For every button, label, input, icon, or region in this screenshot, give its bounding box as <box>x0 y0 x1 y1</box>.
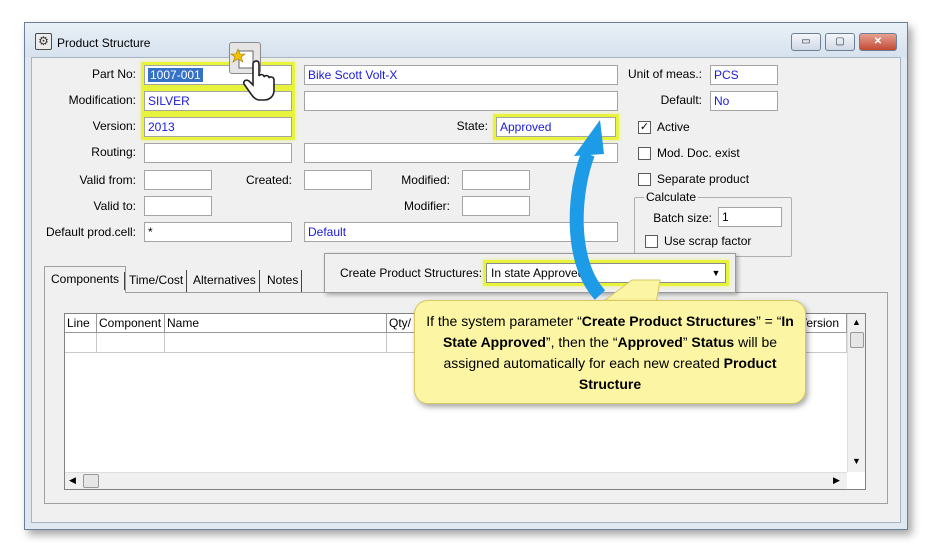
default-prod-cell-label: Default prod.cell: <box>45 225 136 239</box>
modified-label: Modified: <box>401 173 450 187</box>
note-bold-text: Status <box>691 334 735 350</box>
modification-label: Modification: <box>68 93 136 107</box>
horizontal-scrollbar[interactable]: ◀ ▶ <box>65 472 847 489</box>
note-bold-text: Approved <box>617 334 683 350</box>
calculate-group <box>634 197 792 257</box>
horizontal-scroll-thumb[interactable] <box>83 474 99 488</box>
title-bar[interactable]: ⚙ Product Structure ▭ ▢ ✕ <box>25 23 907 57</box>
vertical-scroll-thumb[interactable] <box>850 332 864 348</box>
tab-notes[interactable]: Notes <box>264 270 303 292</box>
part-no-label: Part No: <box>91 67 136 81</box>
tab-components[interactable]: Components <box>48 269 122 291</box>
modifier-label: Modifier: <box>403 199 450 213</box>
note-text: ” = “ <box>756 313 782 329</box>
unit-of-meas-label: Unit of meas.: <box>627 67 702 81</box>
vertical-scrollbar[interactable]: ▲ ▼ <box>847 314 865 472</box>
tab-time-cost[interactable]: Time/Cost <box>126 270 188 292</box>
arrow-shaft <box>569 151 606 300</box>
part-description-field[interactable]: Bike Scott Volt-X <box>304 65 618 85</box>
chevron-down-icon[interactable]: ▼ <box>707 264 725 282</box>
minimize-button[interactable]: ▭ <box>791 33 821 51</box>
note-text: If the system parameter “ <box>426 313 582 329</box>
scroll-up-icon[interactable]: ▲ <box>852 317 861 327</box>
grid-cell[interactable] <box>65 333 97 353</box>
tab-alternatives[interactable]: Alternatives <box>190 270 260 292</box>
modified-field[interactable] <box>462 170 530 190</box>
default-prod-cell-field[interactable]: * <box>144 222 292 242</box>
col-line[interactable]: Line <box>65 314 97 333</box>
created-field[interactable] <box>304 170 372 190</box>
col-component[interactable]: Component <box>97 314 165 333</box>
batch-size-field[interactable]: 1 <box>718 207 782 227</box>
calculate-group-title: Calculate <box>644 190 699 204</box>
default-field[interactable]: No <box>710 91 778 111</box>
close-button[interactable]: ✕ <box>859 33 897 51</box>
scroll-down-icon[interactable]: ▼ <box>852 456 861 466</box>
active-label: Active <box>657 120 690 134</box>
default-label: Default: <box>660 93 702 107</box>
use-scrap-factor-label: Use scrap factor <box>664 234 752 248</box>
valid-to-label: Valid to: <box>93 199 136 213</box>
separate-product-label: Separate product <box>657 172 750 186</box>
note-text: ”, then the “ <box>545 334 618 350</box>
version-label: Version: <box>92 119 136 133</box>
hand-shape <box>243 60 275 101</box>
create-product-structures-label: Create Product Structures: <box>340 266 483 280</box>
valid-to-field[interactable] <box>144 196 212 216</box>
info-note: If the system parameter “Create Product … <box>414 300 806 404</box>
unit-of-meas-field[interactable]: PCS <box>710 65 778 85</box>
tab-separator <box>124 272 125 290</box>
scroll-right-icon[interactable]: ▶ <box>833 475 840 486</box>
window-title: Product Structure <box>57 36 151 50</box>
state-label: State: <box>456 119 488 133</box>
mod-doc-exist-label: Mod. Doc. exist <box>657 146 740 160</box>
maximize-button[interactable]: ▢ <box>825 33 855 51</box>
created-label: Created: <box>245 173 292 187</box>
routing-label: Routing: <box>91 145 136 159</box>
routing-field[interactable] <box>144 143 292 163</box>
modifier-field[interactable] <box>462 196 530 216</box>
col-name[interactable]: Name <box>165 314 387 333</box>
hand-pointer-icon <box>243 60 275 101</box>
arrow-head <box>574 120 604 156</box>
gear-icon[interactable]: ⚙ <box>35 33 52 50</box>
modification-description-field[interactable] <box>304 91 618 111</box>
grid-cell[interactable] <box>165 333 387 353</box>
use-scrap-factor-checkbox[interactable] <box>645 235 658 248</box>
scroll-left-icon[interactable]: ◀ <box>69 475 76 486</box>
batch-size-label: Batch size: <box>653 211 712 225</box>
grid-cell[interactable] <box>97 333 165 353</box>
note-bold-text: Create Product Structures <box>581 313 757 329</box>
version-field[interactable]: 2013 <box>141 114 295 140</box>
curved-arrow <box>569 120 606 300</box>
valid-from-field[interactable] <box>144 170 212 190</box>
valid-from-label: Valid from: <box>79 173 136 187</box>
